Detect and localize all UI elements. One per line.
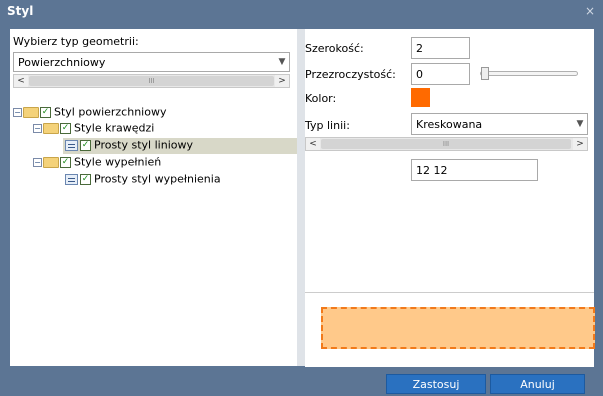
scroll-right-icon[interactable]: > (275, 75, 289, 87)
style-preview-panel (305, 292, 595, 367)
opacity-label: Przezroczystość: (305, 68, 396, 81)
geometry-type-select[interactable]: Powierzchniowy ▼ (13, 52, 290, 72)
panel-splitter[interactable] (297, 29, 305, 366)
cancel-button[interactable]: Anuluj (490, 374, 585, 394)
style-preview-polygon (321, 307, 595, 349)
scroll-left-icon[interactable]: < (14, 75, 28, 87)
scroll-thumb[interactable]: III (29, 76, 274, 86)
geometry-panel: Wybierz typ geometrii: Powierzchniowy ▼ … (10, 29, 298, 366)
tree-node-label: Style krawędzi (74, 121, 155, 135)
width-label: Szerokość: (305, 42, 364, 55)
opacity-slider-track[interactable] (480, 71, 578, 76)
checkbox-checked-icon[interactable]: ✓ (60, 156, 71, 168)
checkbox-checked-icon[interactable]: ✓ (60, 122, 71, 134)
tree-node-label: Prosty styl liniowy (94, 138, 193, 152)
style-dialog: Styl × Wybierz typ geometrii: Powierzchn… (0, 0, 603, 396)
opacity-input[interactable]: 0 (411, 63, 470, 85)
tree-node-label: Styl powierzchniowy (54, 105, 167, 119)
tree-node-style-krawedzi[interactable]: − ✓ Style krawędzi (33, 121, 293, 137)
checkbox-checked-icon[interactable]: ✓ (80, 173, 91, 185)
tree-node-style-wypelnien[interactable]: − ✓ Style wypełnień (33, 155, 293, 171)
width-input[interactable]: 2 (411, 37, 470, 59)
color-swatch[interactable] (411, 88, 430, 107)
scroll-left-icon[interactable]: < (306, 138, 320, 150)
dash-pattern-input[interactable]: 12 12 (411, 159, 538, 181)
collapse-icon[interactable]: − (13, 107, 22, 117)
style-icon (65, 139, 78, 151)
dialog-title: Styl (7, 4, 34, 18)
checkbox-checked-icon[interactable]: ✓ (80, 139, 91, 151)
close-icon[interactable]: × (585, 4, 595, 18)
line-type-select[interactable]: Kreskowana ▼ (411, 113, 588, 135)
dialog-content: Wybierz typ geometrii: Powierzchniowy ▼ … (10, 29, 595, 367)
geometry-type-value: Powierzchniowy (18, 56, 106, 69)
collapse-icon[interactable]: − (33, 157, 42, 167)
apply-button[interactable]: Zastosuj (386, 374, 486, 394)
scroll-thumb[interactable]: III (321, 139, 571, 149)
geometry-horizontal-scrollbar[interactable]: < III > (13, 74, 290, 88)
chevron-down-icon[interactable]: ▼ (275, 53, 289, 71)
tree-node-label: Style wypełnień (74, 155, 162, 169)
tree-node-styl-powierzchniowy[interactable]: − ✓ Styl powierzchniowy (13, 105, 293, 121)
chevron-down-icon[interactable]: ▼ (573, 114, 587, 134)
tree-node-label: Prosty styl wypełnienia (94, 172, 221, 186)
tree-node-prosty-styl-liniowy[interactable]: ✓ Prosty styl liniowy (63, 138, 298, 154)
opacity-slider-handle[interactable] (481, 67, 489, 80)
style-properties-panel: Szerokość: 2 Przezroczystość: 0 Kolor: T… (305, 29, 595, 367)
dialog-titlebar[interactable]: Styl × (0, 0, 603, 22)
scroll-right-icon[interactable]: > (573, 138, 587, 150)
tree-node-prosty-styl-wypelnienia[interactable]: ✓ Prosty styl wypełnienia (65, 172, 295, 188)
collapse-icon[interactable]: − (33, 123, 42, 133)
line-type-horizontal-scrollbar[interactable]: < III > (305, 137, 588, 151)
folder-icon (23, 106, 39, 118)
line-type-label: Typ linii: (305, 119, 350, 132)
dash-pattern-value: 12 12 (416, 164, 448, 177)
opacity-value: 0 (416, 68, 423, 81)
geometry-type-label: Wybierz typ geometrii: (13, 35, 139, 48)
color-label: Kolor: (305, 92, 337, 105)
folder-icon (43, 156, 59, 168)
style-icon (65, 173, 78, 185)
width-value: 2 (416, 42, 423, 55)
checkbox-checked-icon[interactable]: ✓ (40, 106, 51, 118)
folder-icon (43, 122, 59, 134)
line-type-value: Kreskowana (416, 118, 483, 131)
